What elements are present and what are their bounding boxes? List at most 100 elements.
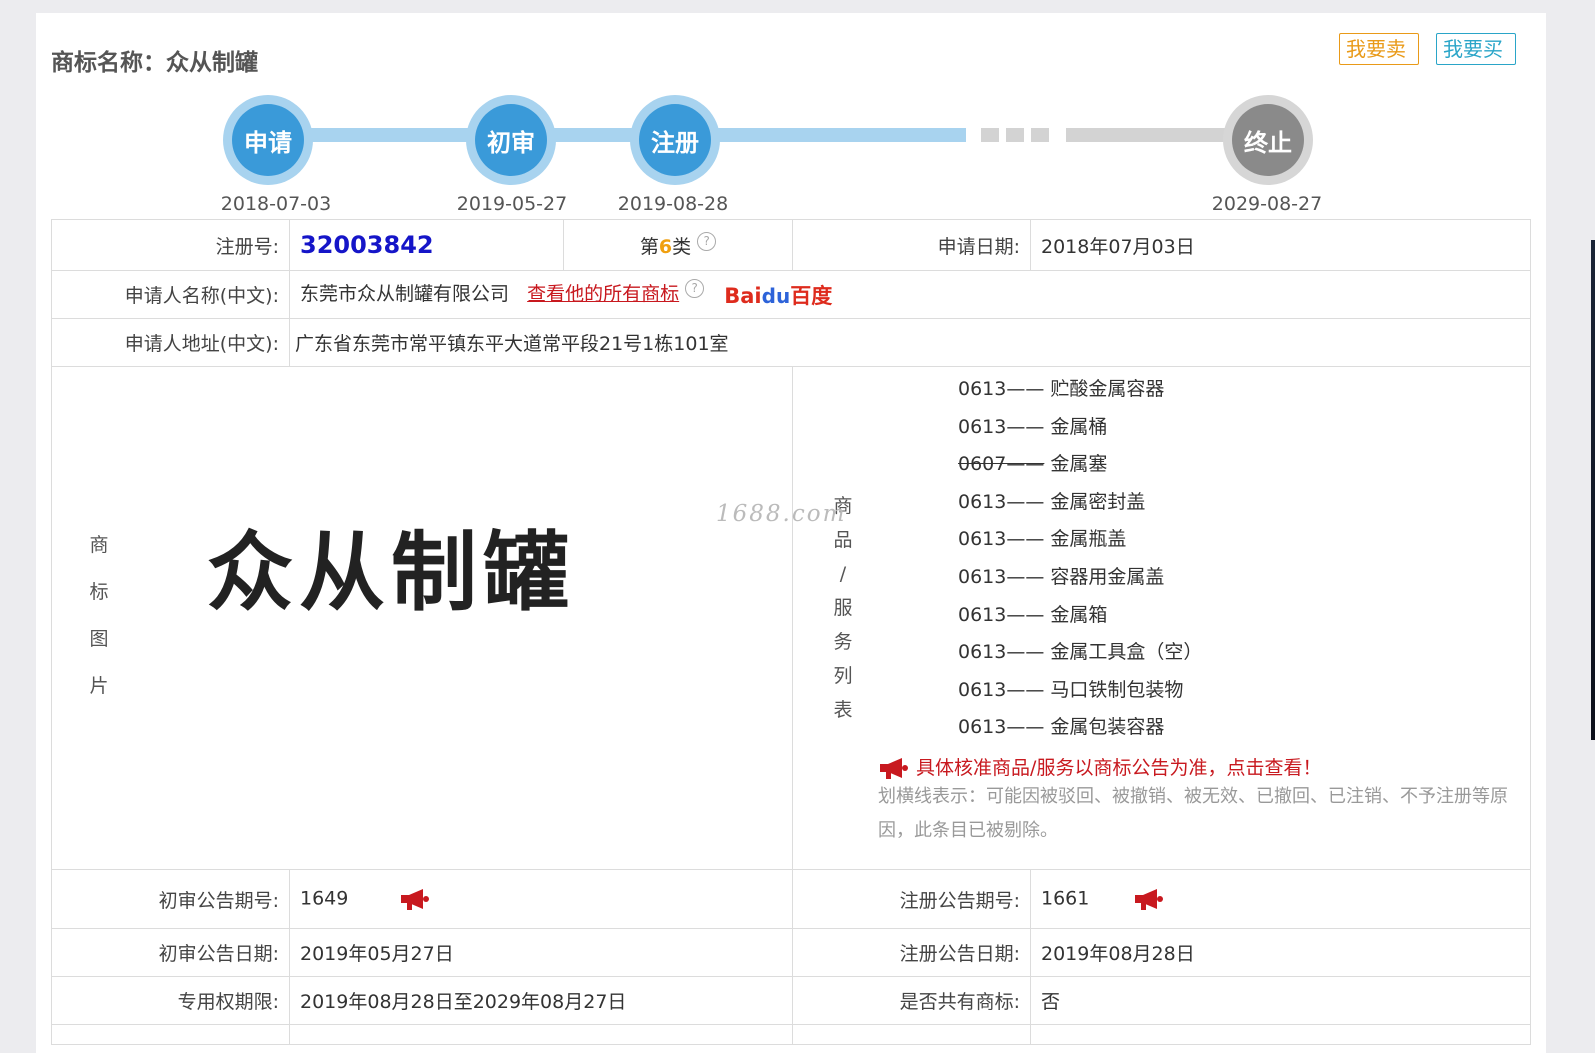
goods-code: 0613——: [958, 716, 1045, 739]
goods-code: 0613——: [958, 603, 1045, 626]
list-item: 0613—— 马口铁制包装物: [958, 672, 1530, 710]
goods-notice-text: 具体核准商品/服务以商标公告为准，点击查看！: [916, 756, 1322, 779]
list-item: 0613—— 金属箱: [958, 597, 1530, 635]
applicant-name-value: 东莞市众从制罐有限公司: [300, 283, 510, 306]
list-item: 0613—— 容器用金属盖: [958, 559, 1530, 597]
applicant-name-label: 申请人名称(中文):: [51, 270, 290, 319]
applicant-addr-label: 申请人地址(中文):: [51, 318, 290, 367]
timeline-dash: [1006, 128, 1024, 142]
goods-list: 0613—— 贮酸金属容器 0613—— 金属桶 0607—— 金属塞 0613…: [793, 371, 1530, 747]
vertical-char: /: [839, 563, 847, 585]
strike-note: 划横线表示：可能因被驳回、被撤销、被无效、已撤回、已注销、不予注册等原因，此条目…: [878, 786, 1508, 842]
goods-code: 0613——: [958, 415, 1045, 438]
baidu-text-cn: 百度: [790, 283, 833, 308]
timeline-node-prelim: 初审: [466, 95, 556, 185]
goods-code: 0613——: [958, 490, 1045, 513]
table-row: 申请人地址(中文): 广东省东莞市常平镇东平大道常平段21号1栋101室: [51, 318, 1531, 367]
timeline-node-terminate: 终止: [1223, 95, 1313, 185]
prelim-no-label: 初审公告期号:: [51, 869, 290, 929]
vertical-char: 片: [89, 675, 109, 697]
status-timeline: 申请 2018-07-03 初审 2019-05-27 注册 2019-08-2…: [36, 73, 1546, 215]
vertical-char: 表: [833, 699, 853, 721]
trademark-info-table: 注册号: 32003842 第6类 ? 申请日期: 2018年07月03日 申请…: [51, 219, 1531, 1045]
list-item: 0613—— 金属包装容器: [958, 709, 1530, 747]
sell-button[interactable]: 我要卖: [1339, 33, 1419, 65]
shared-label: 是否共有商标:: [792, 976, 1031, 1025]
prelim-no-value: 1649: [300, 887, 349, 910]
megaphone-icon[interactable]: [1133, 887, 1165, 911]
list-item: 0613—— 金属密封盖: [958, 484, 1530, 522]
reg-no-label: 注册号:: [51, 219, 290, 271]
table-row: [51, 1024, 1531, 1045]
prelim-date-label: 初审公告日期:: [51, 928, 290, 977]
buy-button[interactable]: 我要买: [1436, 33, 1516, 65]
goods-code: 0613——: [958, 528, 1045, 551]
timeline-node-label: 注册: [639, 104, 711, 176]
goods-name: 金属工具盒（空）: [1050, 641, 1203, 664]
reg-pub-no-label: 注册公告期号:: [792, 869, 1031, 929]
class-suffix: 类: [672, 235, 692, 258]
table-row: 申请人名称(中文): 东莞市众从制罐有限公司 查看他的所有商标 ? Baidu百…: [51, 270, 1531, 319]
timeline-node-label: 初审: [475, 104, 547, 176]
goods-name: 金属桶: [1050, 415, 1108, 438]
term-value: 2019年08月28日至2029年08月27日: [289, 976, 793, 1025]
vertical-char: 商: [89, 534, 109, 556]
timeline-node-register: 注册: [630, 95, 720, 185]
list-item: 0613—— 金属工具盒（空）: [958, 634, 1530, 672]
goods-name: 金属塞: [1050, 453, 1108, 476]
megaphone-icon[interactable]: [399, 887, 431, 911]
table-row: 商 标 图 片 众从制罐 商 品 / 服 务 列 表 0613—— 贮酸金属容器…: [51, 366, 1531, 870]
goods-name: 贮酸金属容器: [1050, 378, 1165, 400]
vertical-char: 标: [89, 581, 109, 603]
shared-value: 否: [1030, 976, 1531, 1025]
goods-code: 0607——: [958, 453, 1045, 476]
table-row: 初审公告日期: 2019年05月27日 注册公告日期: 2019年08月28日: [51, 928, 1531, 977]
all-marks-link[interactable]: 查看他的所有商标: [527, 283, 679, 305]
class-number: 6: [658, 235, 673, 258]
timeline-node-label: 申请: [232, 104, 304, 176]
goods-code: 0613——: [958, 378, 1045, 400]
reg-pub-date-label: 注册公告日期:: [792, 928, 1031, 977]
table-row: 专用权期限: 2019年08月28日至2029年08月27日 是否共有商标: 否: [51, 976, 1531, 1025]
background-edge: [1591, 240, 1595, 740]
baidu-search-icon[interactable]: Baidu百度: [724, 280, 832, 310]
applicant-name-cell: 东莞市众从制罐有限公司 查看他的所有商标 ? Baidu百度: [289, 270, 1531, 319]
goods-name: 容器用金属盖: [1050, 565, 1165, 588]
goods-name: 金属密封盖: [1050, 490, 1146, 513]
page-title: 商标名称：众从制罐: [51, 50, 258, 76]
class-cell: 第6类 ?: [563, 219, 793, 271]
mark-image-label: 商 标 图 片: [79, 522, 119, 710]
class-prefix: 第: [639, 235, 659, 258]
goods-name: 金属箱: [1050, 603, 1108, 626]
timeline-node-apply: 申请: [223, 95, 313, 185]
list-item: 0613—— 贮酸金属容器: [958, 371, 1530, 409]
goods-name: 金属瓶盖: [1050, 528, 1127, 551]
reg-no-value: 32003842: [300, 231, 434, 259]
timeline-dash: [1031, 128, 1049, 142]
timeline-date: 2019-05-27: [456, 193, 568, 215]
list-item: 0607—— 金属塞: [958, 446, 1530, 484]
applicant-addr-value: 广东省东莞市常平镇东平大道常平段21号1栋101室: [289, 318, 1531, 367]
vertical-char: 图: [89, 628, 109, 650]
list-item: 0613—— 金属桶: [958, 409, 1530, 447]
table-row: 初审公告期号: 1649 注册公告期号: 1661: [51, 869, 1531, 929]
timeline-node-label: 终止: [1232, 104, 1304, 176]
prelim-date-value: 2019年05月27日: [289, 928, 793, 977]
baidu-paw: du: [761, 283, 791, 308]
goods-code: 0613——: [958, 641, 1045, 664]
help-icon[interactable]: ?: [685, 279, 705, 299]
goods-code: 0613——: [958, 678, 1045, 701]
goods-name: 马口铁制包装物: [1050, 678, 1184, 701]
megaphone-icon: [880, 758, 908, 780]
goods-notice-link[interactable]: 具体核准商品/服务以商标公告为准，点击查看！: [793, 753, 1530, 781]
timeline-date: 2029-08-27: [1211, 193, 1323, 215]
help-icon[interactable]: ?: [697, 231, 717, 251]
apply-date-value: 2018年07月03日: [1030, 219, 1531, 271]
goods-cell: 商 品 / 服 务 列 表 0613—— 贮酸金属容器 0613—— 金属桶 0…: [792, 366, 1531, 870]
reg-pub-no-cell: 1661: [1030, 869, 1531, 929]
mark-image-cell: 商 标 图 片 众从制罐: [51, 366, 793, 870]
timeline-date: 2019-08-28: [617, 193, 729, 215]
vertical-char: 务: [833, 631, 853, 653]
reg-pub-no-value: 1661: [1041, 887, 1090, 910]
trademark-image: 众从制罐: [207, 523, 575, 623]
